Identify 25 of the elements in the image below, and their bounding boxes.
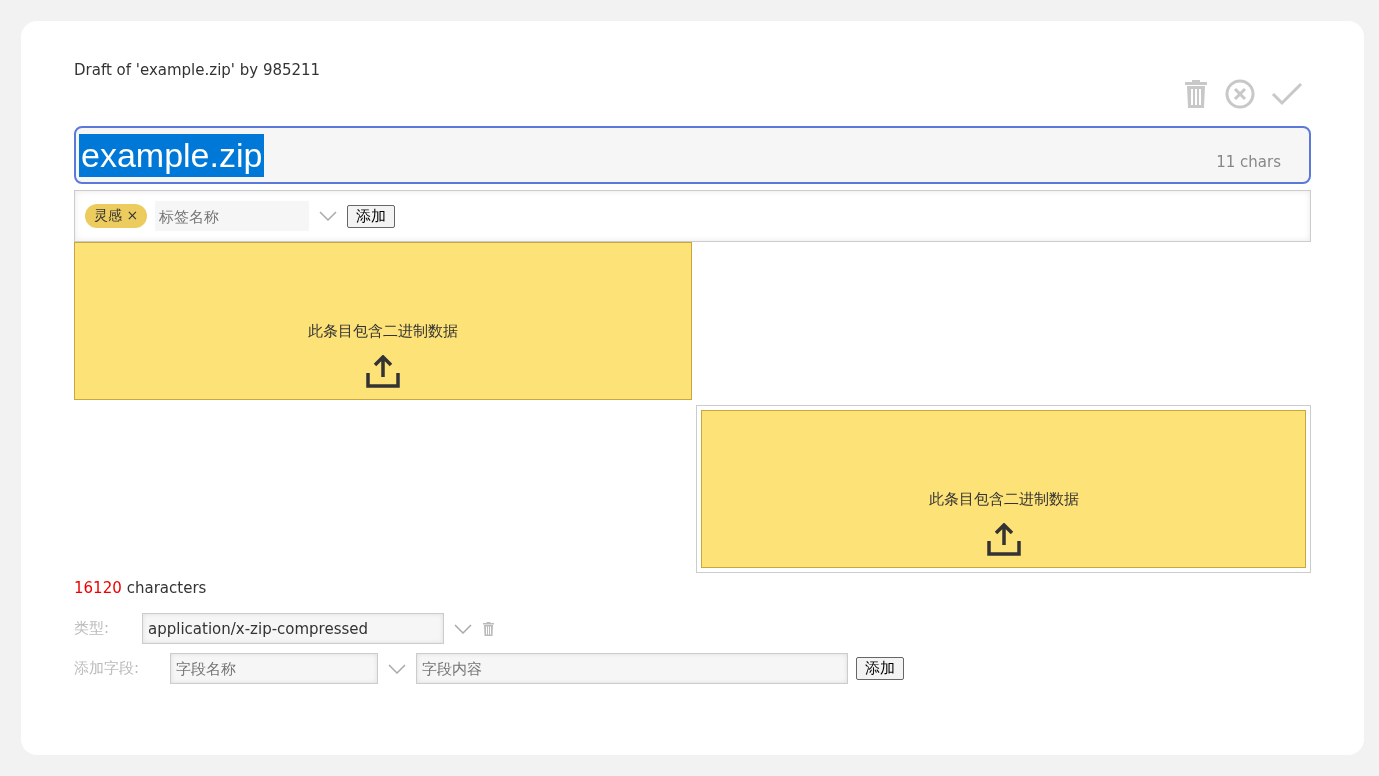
field-name-input[interactable]: 字段名称 (170, 653, 378, 684)
binary-data-message: 此条目包含二进制数据 (308, 322, 458, 341)
chevron-down-icon[interactable] (454, 623, 472, 634)
title-field[interactable]: example.zip 11 chars (74, 126, 1311, 184)
check-icon[interactable] (1271, 81, 1303, 107)
tag-name-field[interactable]: 标签名称 (155, 201, 310, 231)
chevron-down-icon[interactable] (319, 211, 338, 221)
add-button[interactable]: 添加 (856, 657, 904, 680)
characters-label: characters (126, 579, 207, 597)
char-counter: 11 chars (1216, 153, 1281, 171)
add-field-label: 添加字段: (74, 659, 141, 678)
tag-chip[interactable]: 灵感 × (85, 204, 148, 228)
upload-icon[interactable] (365, 355, 401, 389)
add-button[interactable]: 添加 (347, 204, 396, 228)
type-field[interactable]: application/x-zip-compressed (142, 613, 444, 644)
close-icon[interactable] (1225, 79, 1255, 109)
trash-icon[interactable] (482, 620, 495, 637)
trash-icon[interactable] (1183, 79, 1209, 109)
upload-icon[interactable] (985, 523, 1022, 557)
chevron-down-icon[interactable] (388, 663, 406, 674)
field-content-input[interactable]: 字段内容 (416, 653, 848, 684)
binary-data-message: 此条目包含二进制数据 (928, 490, 1079, 509)
type-label: 类型: (74, 619, 111, 638)
draft-info: Draft of 'example.zip' by 985211 (74, 61, 321, 79)
character-count: 16120 (74, 579, 122, 597)
